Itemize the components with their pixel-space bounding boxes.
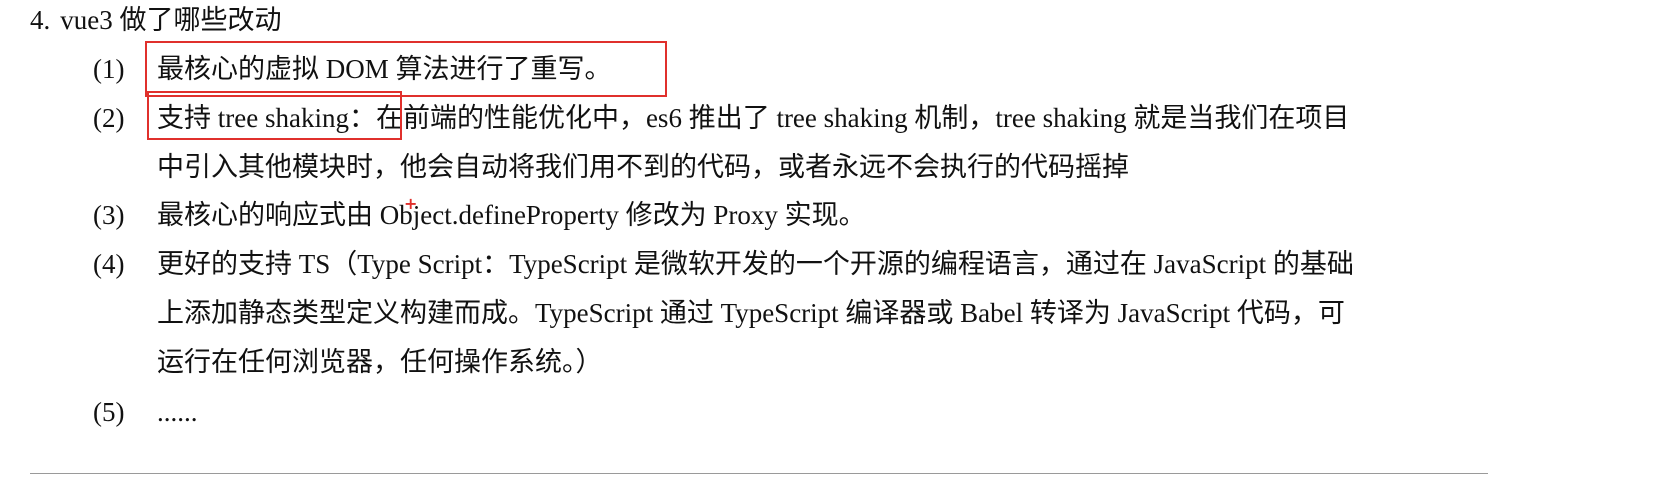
cursor-crosshair-icon: + [404, 194, 418, 213]
list-item-text: 最核心的响应式由 Object.defineProperty 修改为 Proxy… [157, 191, 1517, 240]
list-marker: (4) [93, 249, 125, 279]
bottom-divider [30, 473, 1488, 474]
document-page: 4. vue3 做了哪些改动 (1) 最核心的虚拟 DOM 算法进行了重写。 (2… [0, 0, 1659, 501]
list-marker: (5) [93, 397, 125, 427]
text-line: 更好的支持 TS（Type Script：TypeScript 是微软开发的一个… [157, 249, 1354, 279]
list-marker: (1) [93, 54, 125, 84]
list-item-text: ...... [157, 388, 1517, 437]
list-marker: (3) [93, 200, 125, 230]
highlight-box-1 [145, 41, 667, 97]
text-line: ...... [157, 397, 198, 427]
section-heading: 4. vue3 做了哪些改动 [30, 2, 281, 38]
section-number: 4. [30, 5, 51, 35]
text-line: 中引入其他模块时，他会自动将我们用不到的代码，或者永远不会执行的代码摇掉 [157, 152, 1129, 182]
highlight-box-2 [147, 91, 402, 140]
list-item-text: 更好的支持 TS（Type Script：TypeScript 是微软开发的一个… [157, 240, 1517, 387]
text-line: 运行在任何浏览器，任何操作系统。） [157, 347, 603, 377]
list-marker: (2) [93, 103, 125, 133]
section-title: vue3 做了哪些改动 [60, 5, 282, 35]
text-line: 上添加静态类型定义构建而成。TypeScript 通过 TypeScript 编… [157, 298, 1345, 328]
text-line: 最核心的响应式由 Object.defineProperty 修改为 Proxy… [157, 200, 866, 230]
